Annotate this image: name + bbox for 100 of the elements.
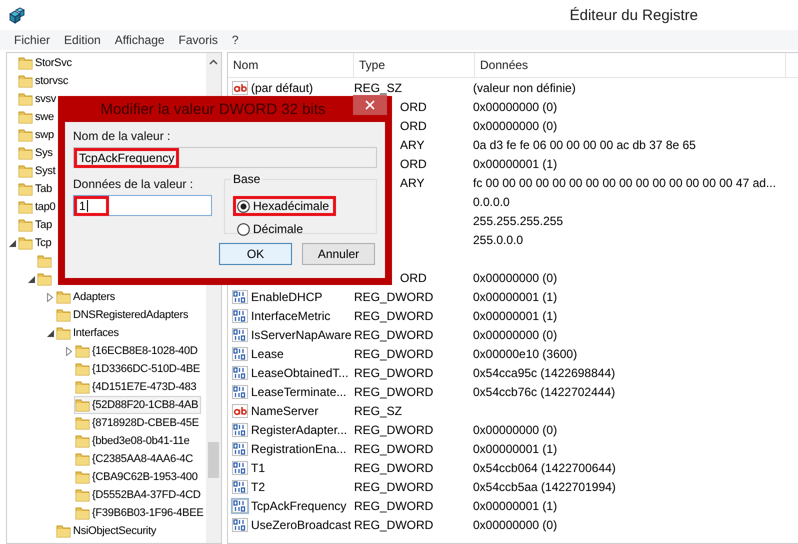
tree-item[interactable]: {4D151E7E-473D-483 [74, 378, 200, 396]
value-data: 0x54ccb5aa (1422701994) [473, 480, 616, 494]
value-data: 0x54ccb064 (1422700644) [473, 460, 616, 474]
tree-item[interactable]: {D5552BA4-37FD-4CD [74, 486, 204, 504]
tree-item[interactable]: StorSvc [17, 54, 75, 72]
value-name[interactable]: T1 [251, 460, 266, 474]
value-data: 0x00000000 (0) [473, 328, 558, 342]
column-header[interactable]: Type [354, 53, 475, 77]
folder-icon [18, 182, 33, 196]
value-name[interactable]: UseZeroBroadcast [251, 518, 352, 532]
folder-icon [37, 272, 52, 286]
folder-icon [18, 74, 33, 88]
scroll-up-icon[interactable] [209, 58, 218, 64]
value-data: 0x00000001 (1) [473, 290, 558, 304]
tree-item[interactable]: {CBA9C62B-1953-400 [74, 468, 201, 486]
tree-item[interactable]: storvsc [17, 72, 72, 90]
expanded-triangle-icon[interactable] [46, 330, 54, 336]
value-data: 0x54cca95c (1422698844) [473, 366, 616, 380]
tree-item[interactable]: Adapters [55, 288, 118, 306]
folder-icon [18, 92, 33, 106]
tree-item[interactable]: swp [17, 126, 57, 144]
collapsed-triangle-icon[interactable] [66, 346, 72, 356]
value-data: 255.255.255.255 [473, 214, 564, 228]
tree-item[interactable]: Tab [17, 180, 55, 198]
field-label: Nom de la valeur : [73, 129, 172, 143]
tree-item[interactable]: swe [17, 108, 57, 126]
tree-item[interactable]: {16ECB8E8-1028-40D [74, 342, 201, 360]
value-name[interactable]: LeaseTerminate... [251, 384, 346, 398]
tree-item[interactable]: {8718928D-CBEB-45E [74, 414, 202, 432]
radio-icon[interactable] [237, 222, 250, 236]
expanded-triangle-icon[interactable] [8, 240, 16, 246]
folder-icon [56, 524, 71, 538]
tree-item[interactable]: {52D88F20-1CB8-4AB [74, 396, 202, 414]
tree-item[interactable]: NsiObjectSecurity [55, 522, 160, 540]
value-data-field[interactable]: 1 [73, 195, 212, 216]
tree-item[interactable]: {bbed3e08-0b41-11e [74, 432, 192, 450]
value-type: REG_DWORD [354, 422, 434, 436]
value-data: fc 00 00 00 00 00 00 00 00 00 00 00 00 00 00 00 47 ad... [473, 176, 776, 190]
value-type: REG_DWORD [354, 366, 434, 380]
tree-item[interactable]: tap0 [17, 198, 58, 216]
menu-item[interactable]: Favoris [172, 31, 224, 49]
value-name[interactable]: RegisterAdapter... [251, 422, 348, 436]
collapsed-triangle-icon[interactable] [47, 292, 53, 302]
menu-item[interactable]: ? [226, 31, 245, 49]
value-name[interactable]: RegistrationEna... [251, 442, 346, 456]
value-data: 255.0.0.0 [473, 232, 524, 246]
close-button[interactable] [353, 95, 387, 115]
folder-icon [75, 488, 90, 502]
tree-item[interactable]: {F39B6B03-1F96-4BEE [74, 504, 206, 522]
value-type: REG_DWORD [354, 498, 434, 512]
scrollbar-thumb[interactable] [208, 442, 219, 478]
radio-icon[interactable] [237, 200, 250, 212]
expanded-triangle-icon[interactable] [28, 276, 34, 282]
tree-item[interactable]: Syst [17, 162, 58, 180]
tree-item[interactable]: svsv [17, 90, 59, 108]
dialog-button[interactable]: OK [219, 243, 292, 265]
value-name[interactable]: TcpAckFrequency [251, 498, 346, 512]
value-type: ORD [400, 118, 427, 132]
tree-item[interactable]: Interfaces [55, 324, 122, 342]
menu-item[interactable]: Fichier [8, 31, 56, 49]
value-type: REG_DWORD [354, 308, 434, 322]
value-name[interactable]: EnableDHCP [251, 290, 322, 304]
dialog-button[interactable]: Annuler [302, 243, 375, 265]
folder-icon [75, 344, 90, 358]
window-title: Éditeur du Registre [570, 6, 698, 24]
folder-icon [18, 110, 33, 124]
value-name[interactable]: InterfaceMetric [251, 308, 330, 322]
folder-icon [75, 506, 90, 520]
tree-item[interactable]: DNSRegisteredAdapters [55, 306, 192, 324]
value-name[interactable]: Lease [251, 346, 284, 360]
tree-item[interactable]: Sys [17, 144, 56, 162]
value-name[interactable]: IsServerNapAware [251, 328, 352, 342]
radio-option[interactable]: Décimale [233, 219, 310, 239]
dialog-title: Modifier la valeur DWORD 32 bits [99, 100, 327, 118]
field-label: Données de la valeur : [73, 177, 194, 191]
radio-option[interactable]: Hexadécimale [233, 196, 336, 216]
folder-icon [56, 326, 71, 340]
group-label: Base [231, 172, 262, 186]
menu-item[interactable]: Edition [58, 31, 107, 49]
tree-item[interactable]: {1D3366DC-510D-4BE [74, 360, 204, 378]
value-data: 0x00000000 (0) [473, 118, 558, 132]
tree-item[interactable]: Tcp [17, 234, 54, 252]
column-header[interactable]: Données [475, 53, 786, 77]
value-type: ORD [400, 156, 427, 170]
value-name[interactable]: LeaseObtainedT... [251, 366, 348, 380]
folder-icon [18, 218, 33, 232]
folder-icon [75, 416, 90, 430]
value-data: 0x00000001 (1) [473, 308, 558, 322]
menu-item[interactable]: Affichage [108, 31, 171, 49]
value-data: 0a d3 fe fe 06 00 00 00 00 ac db 37 8e 65 [473, 138, 696, 152]
tree-item[interactable]: {C2385AA8-4AA6-4C [74, 450, 196, 468]
value-name-field[interactable]: TcpAckFrequency [73, 147, 377, 168]
column-header[interactable]: Nom [228, 53, 354, 77]
folder-icon [18, 146, 33, 160]
value-name[interactable]: NameServer [251, 404, 318, 418]
value-type: ORD [400, 270, 427, 284]
value-name[interactable]: T2 [251, 480, 266, 494]
tree-item[interactable]: Tap [17, 216, 55, 234]
folder-icon [18, 56, 33, 70]
value-name[interactable]: (par défaut) [251, 80, 314, 94]
